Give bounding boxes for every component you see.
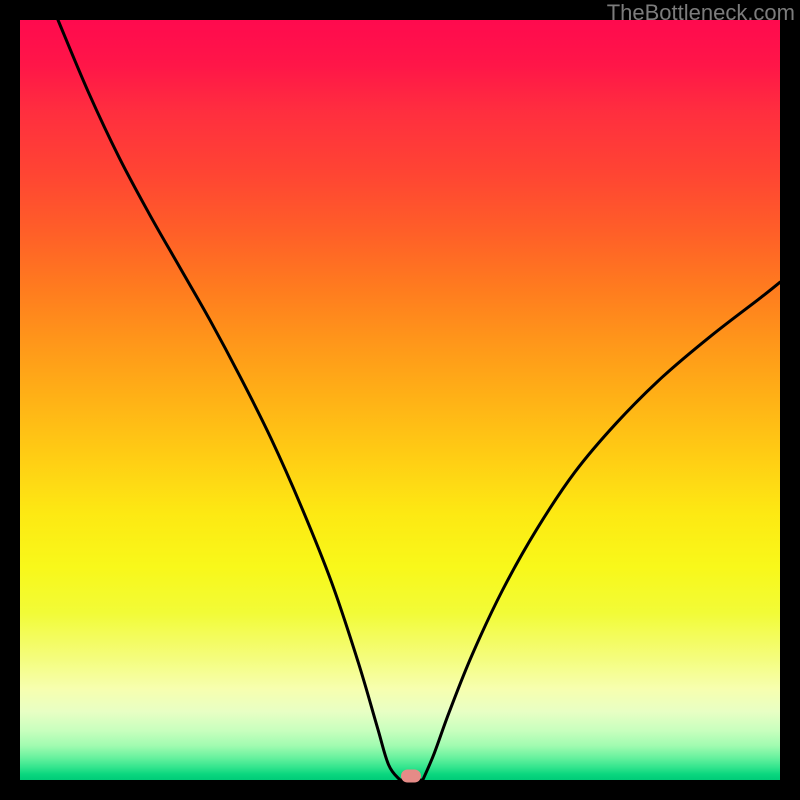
- curve-left-branch: [58, 20, 400, 780]
- plot-area: [20, 20, 780, 780]
- watermark-text: TheBottleneck.com: [607, 0, 795, 26]
- minimum-marker: [401, 770, 421, 783]
- bottleneck-curve: [20, 20, 780, 780]
- curve-right-branch: [423, 282, 780, 780]
- chart-frame: TheBottleneck.com: [0, 0, 800, 800]
